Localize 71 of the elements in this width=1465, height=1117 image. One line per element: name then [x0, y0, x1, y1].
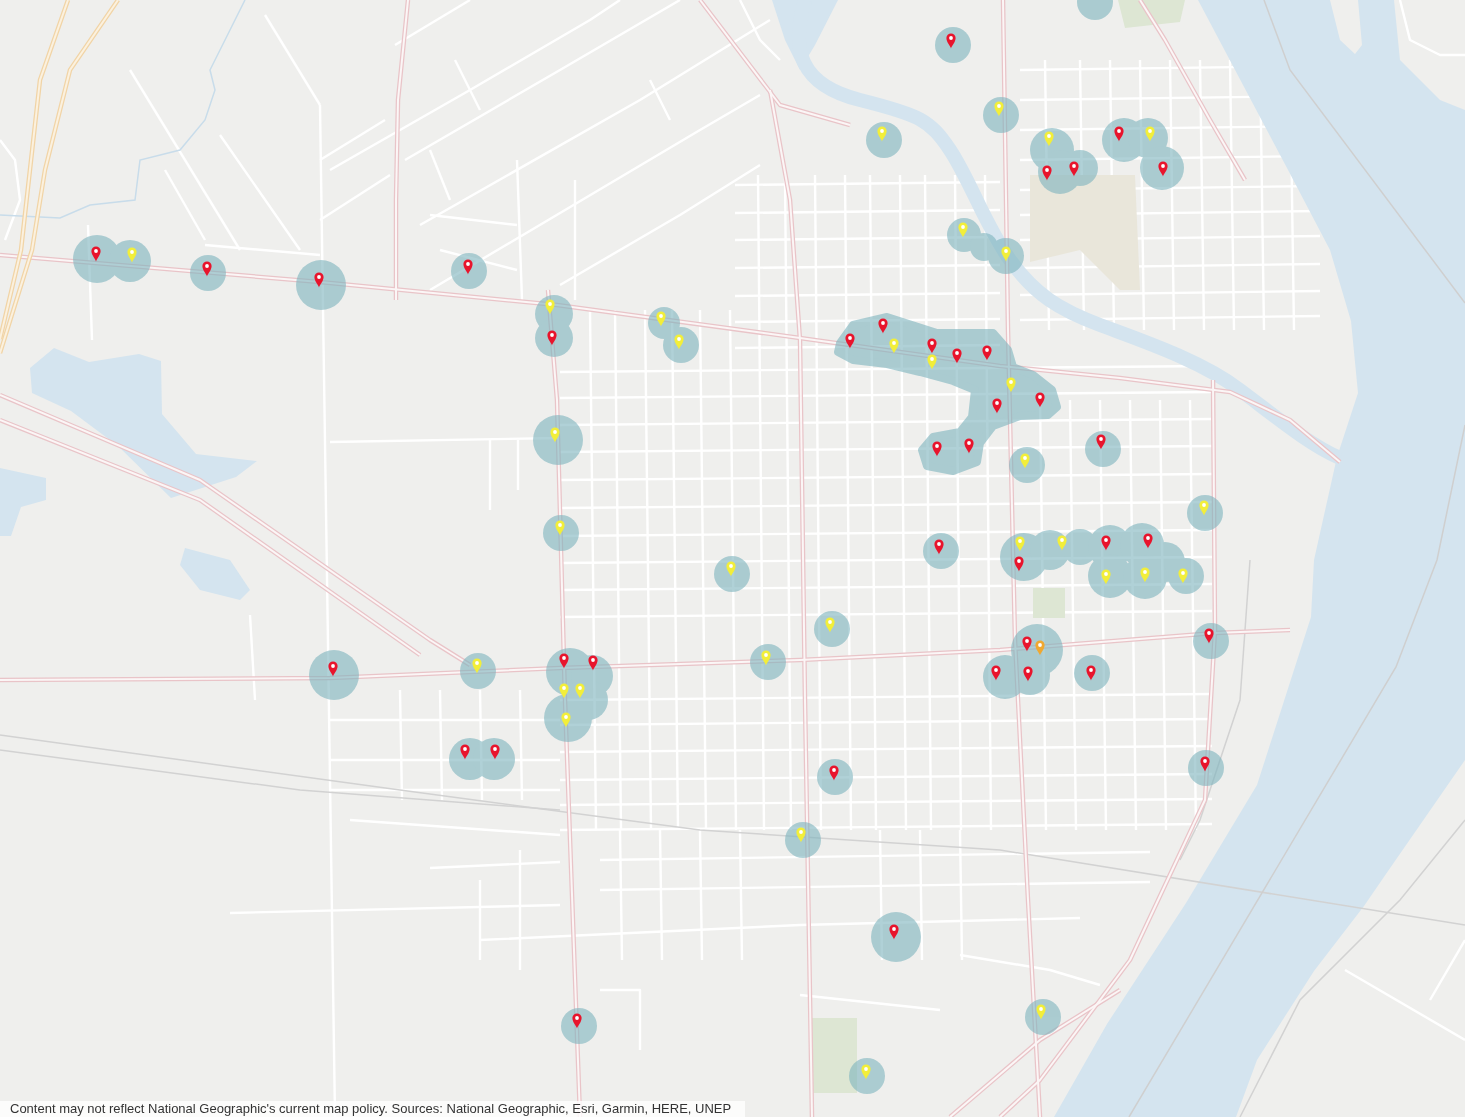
map-pin-icon[interactable] [1069, 161, 1079, 177]
cluster-halo [1025, 999, 1061, 1035]
map-pin-icon[interactable] [1143, 533, 1153, 549]
map-pin-icon[interactable] [1101, 535, 1111, 551]
map-pin-icon[interactable] [547, 330, 557, 346]
park-area [1118, 0, 1185, 28]
cluster-halo [866, 122, 902, 158]
map-pin-icon[interactable] [845, 333, 855, 349]
cluster-halo [533, 415, 583, 465]
map-pin-icon[interactable] [328, 661, 338, 677]
map-pin-icon[interactable] [1114, 126, 1124, 142]
cluster-halo [1074, 655, 1110, 691]
map-pin-icon[interactable] [932, 441, 942, 457]
cluster-halo [750, 644, 786, 680]
map-pin-icon[interactable] [588, 655, 598, 671]
map-pin-icon[interactable] [927, 338, 937, 354]
cluster-halo [309, 650, 359, 700]
map-pin-icon[interactable] [1158, 161, 1168, 177]
map-pin-icon[interactable] [490, 744, 500, 760]
map-pin-icon[interactable] [1014, 556, 1024, 572]
map-pin-icon[interactable] [878, 318, 888, 334]
map-pin-icon[interactable] [829, 765, 839, 781]
map-pin-icon[interactable] [1204, 628, 1214, 644]
map-pin-icon[interactable] [1035, 392, 1045, 408]
cluster-halo [935, 27, 971, 63]
cluster-halo [1193, 623, 1229, 659]
map-pin-icon[interactable] [572, 1013, 582, 1029]
cluster-halo [849, 1058, 885, 1094]
map-attribution: Content may not reflect National Geographic's current map policy. Sources: National Geographic, Esri, Garmin, HERE, UNEP [0, 1101, 746, 1117]
cluster-halo [871, 912, 921, 962]
park-area [1033, 588, 1065, 618]
map-pin-icon[interactable] [460, 744, 470, 760]
map-pin-icon[interactable] [314, 272, 324, 288]
cluster-halo [714, 556, 750, 592]
map-pin-icon[interactable] [91, 246, 101, 262]
map-pin-icon[interactable] [934, 539, 944, 555]
map-pin-icon[interactable] [889, 924, 899, 940]
map-pin-icon[interactable] [1042, 165, 1052, 181]
map-pin-icon[interactable] [991, 665, 1001, 681]
cluster-halo [983, 97, 1019, 133]
map-pin-icon[interactable] [202, 261, 212, 277]
map-pin-icon[interactable] [1022, 636, 1032, 652]
cluster-halo [460, 653, 496, 689]
cluster-halo [814, 611, 850, 647]
map-pin-icon[interactable] [952, 348, 962, 364]
cluster-halo [648, 307, 699, 363]
cluster-halo [561, 1008, 597, 1044]
cluster-halo [1077, 0, 1113, 20]
cluster-halo [543, 515, 579, 551]
map-pin-icon[interactable] [982, 345, 992, 361]
cluster-halo [449, 738, 515, 780]
map-pin-icon[interactable] [946, 33, 956, 49]
cluster-halo [1030, 128, 1098, 194]
cluster-halo [296, 260, 346, 310]
map-pin-icon[interactable] [1096, 434, 1106, 450]
cluster-halo [1188, 750, 1224, 786]
cluster-halo [190, 255, 226, 291]
map-pin-icon[interactable] [1086, 665, 1096, 681]
map-pin-icon[interactable] [964, 438, 974, 454]
cluster-halo [1085, 431, 1121, 467]
map-pin-icon[interactable] [1200, 756, 1210, 772]
cluster-halo [817, 759, 853, 795]
map-pin-icon[interactable] [463, 259, 473, 275]
cluster-halo [785, 822, 821, 858]
cluster-halo [451, 253, 487, 289]
cluster-halo [923, 533, 959, 569]
map-pin-icon[interactable] [559, 653, 569, 669]
map-pin-icon[interactable] [992, 398, 1002, 414]
lake [180, 548, 250, 600]
map-pin-icon[interactable] [1023, 666, 1033, 682]
cluster-halo [535, 295, 573, 357]
